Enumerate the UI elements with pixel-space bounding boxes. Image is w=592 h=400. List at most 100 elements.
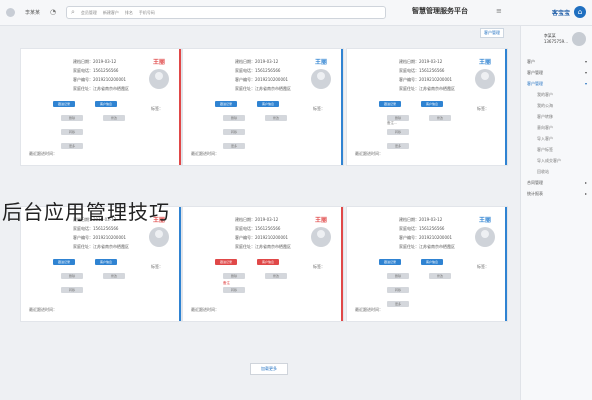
card-action-button[interactable]: 删除: [387, 273, 409, 279]
card-action-button[interactable]: 跟进记录: [53, 101, 75, 107]
topbar-left: 李某某 ◔ ⚙: [6, 8, 72, 17]
card-action-button[interactable]: 客户信息: [257, 259, 279, 265]
card-stripe: [341, 49, 343, 165]
card-action-button[interactable]: 更多: [61, 143, 83, 149]
card-action-button[interactable]: 修改: [265, 115, 287, 121]
card-info-line: 建档日期：2019-03-12: [73, 59, 117, 64]
customer-card[interactable]: 王丽 建档日期：2019-03-12 家庭电话：1561256566 客户编号：201…: [20, 48, 182, 166]
card-action-button[interactable]: 更多: [387, 301, 409, 307]
card-action-button[interactable]: 跟进记录: [215, 101, 237, 107]
sidebar-item[interactable]: 我的客户: [525, 89, 589, 100]
bell-icon[interactable]: ◔: [50, 8, 56, 17]
card-action-button[interactable]: 修改: [103, 115, 125, 121]
customer-card[interactable]: 王丽 建档日期：2019-03-12 家庭电话：1561256566 客户编号：201…: [182, 206, 344, 322]
card-action-button[interactable]: 删除: [223, 273, 245, 279]
card-stripe: [341, 207, 343, 321]
card-action-row: 删除 修改: [61, 273, 125, 279]
card-action-button[interactable]: 转移: [387, 129, 409, 135]
chevron-icon: ▸: [584, 191, 587, 196]
card-action-row: 更多: [387, 143, 409, 149]
customer-card[interactable]: 王丽 建档日期：2019-03-12 家庭电话：1561256566 客户编号：201…: [182, 48, 344, 166]
search-bar[interactable]: ⌕ 会员管理 新建客户 排名 手机号码: [66, 6, 386, 19]
card-action-button[interactable]: 转移: [223, 287, 245, 293]
sidebar-item-label: 我的客户: [537, 92, 553, 97]
card-action-button[interactable]: 删除: [61, 115, 83, 121]
sidebar-item-label: 统计报表: [527, 191, 543, 196]
topbar-title-area: 智慧管理服务平台 ≡: [412, 6, 502, 16]
card-info-line: 客户编号：2019210200001: [399, 77, 453, 82]
card-action-button[interactable]: 转移: [61, 287, 83, 293]
sidebar-item[interactable]: 客户转移: [525, 111, 589, 122]
tab-customers[interactable]: 客户管理: [480, 28, 504, 38]
customer-card[interactable]: 王丽 建档日期：2019-03-12 家庭电话：1561256566 客户编号：201…: [346, 48, 508, 166]
card-info-line: 家庭电话：1561256566: [73, 68, 119, 73]
sidebar-item[interactable]: 客户管理 ▾: [525, 67, 589, 78]
card-info-line: 家庭电话：1561256566: [399, 68, 445, 73]
card-action-button[interactable]: 修改: [265, 273, 287, 279]
card-action-button[interactable]: 修改: [103, 273, 125, 279]
search-chip[interactable]: 新建客户: [103, 10, 119, 16]
card-action-button[interactable]: 转移: [387, 287, 409, 293]
customer-card[interactable]: 王丽 建档日期：2019-03-12 家庭电话：1561256566 客户编号：201…: [346, 206, 508, 322]
card-info-line: 家庭住址：江苏省南京市栖霞区: [73, 244, 129, 249]
card-note: 备注: [223, 281, 230, 285]
profile-avatar[interactable]: [572, 32, 586, 46]
card-info-line: 客户编号：2019210200001: [399, 235, 453, 240]
card-info-line: 家庭住址：江苏省南京市栖霞区: [399, 244, 455, 249]
load-more-button[interactable]: 加载更多: [250, 363, 288, 375]
card-tag-label: 标签：: [313, 106, 325, 111]
card-action-row: 跟进记录 客户信息: [215, 101, 279, 107]
card-action-button[interactable]: 跟进记录: [53, 259, 75, 265]
sidebar-item[interactable]: 意向客户: [525, 122, 589, 133]
sidebar-item-label: 客户管理: [527, 70, 543, 75]
sidebar-item[interactable]: 统计报表 ▸: [525, 188, 589, 199]
card-info-line: 家庭住址：江苏省南京市栖霞区: [235, 244, 291, 249]
card-action-button[interactable]: 客户信息: [421, 101, 443, 107]
card-action-button[interactable]: 删除: [61, 273, 83, 279]
card-action-button[interactable]: 客户信息: [257, 101, 279, 107]
sidebar-item[interactable]: 客户管理 ▾: [525, 78, 589, 89]
card-action-button[interactable]: 更多: [223, 143, 245, 149]
menu-icon[interactable]: ≡: [496, 7, 502, 16]
card-info-line: 建档日期：2019-03-12: [235, 217, 279, 222]
card-info-line: 客户编号：2019210200001: [235, 235, 289, 240]
sidebar-profile[interactable]: 李某某 13675759...: [544, 32, 586, 46]
sidebar-item[interactable]: 导入客户: [525, 133, 589, 144]
card-action-button[interactable]: 删除: [223, 115, 245, 121]
top-bar: 李某某 ◔ ⚙ ⌕ 会员管理 新建客户 排名 手机号码 智慧管理服务平台 ≡ 客…: [0, 0, 592, 26]
sidebar-item-label: 客户管理: [527, 81, 543, 86]
search-chip[interactable]: 会员管理: [81, 10, 97, 16]
search-icon[interactable]: ⌕: [71, 8, 75, 17]
sidebar-menu: 客户 ▾ 客户管理 ▾ 客户管理 ▾ 我的客户 我的公海 客户转移 意向客户 导入客户 客户标签 导入成…: [525, 56, 589, 199]
card-action-button[interactable]: 跟进记录: [215, 259, 237, 265]
user-avatar[interactable]: [6, 8, 15, 17]
card-action-button[interactable]: 客户信息: [95, 259, 117, 265]
card-tag-label: 标签：: [477, 106, 489, 111]
sidebar-item[interactable]: 我的公海: [525, 100, 589, 111]
sidebar-item[interactable]: 客户标签: [525, 144, 589, 155]
card-action-button[interactable]: 转移: [61, 129, 83, 135]
card-action-button[interactable]: 转移: [223, 129, 245, 135]
card-name: 王丽: [314, 59, 327, 66]
card-action-button[interactable]: 跟进记录: [379, 259, 401, 265]
search-chip[interactable]: 手机号码: [139, 10, 155, 16]
profile-text: 李某某 13675759...: [544, 33, 568, 45]
topbar-username[interactable]: 李某某: [25, 9, 40, 16]
card-action-button[interactable]: 修改: [429, 273, 451, 279]
sidebar-item[interactable]: 回收站: [525, 166, 589, 177]
card-name: 王丽: [478, 217, 491, 224]
sidebar-item[interactable]: 客户 ▾: [525, 56, 589, 67]
card-last-followup: 最近跟进时间：: [29, 151, 57, 156]
card-action-button[interactable]: 客户信息: [421, 259, 443, 265]
sidebar-item[interactable]: 导入成交客户: [525, 155, 589, 166]
card-info: 建档日期：2019-03-12 家庭电话：1561256566 客户编号：20192…: [73, 57, 145, 93]
card-action-button[interactable]: 修改: [429, 115, 451, 121]
search-chip[interactable]: 排名: [125, 10, 133, 16]
sidebar-item[interactable]: 合同管理 ▸: [525, 177, 589, 188]
card-info: 建档日期：2019-03-12 家庭电话：1561256566 客户编号：20192…: [399, 215, 471, 251]
card-action-button[interactable]: 更多: [387, 143, 409, 149]
card-info-line: 家庭电话：1561256566: [399, 226, 445, 231]
card-action-row: 转移: [223, 129, 245, 135]
card-action-button[interactable]: 跟进记录: [379, 101, 401, 107]
card-action-button[interactable]: 客户信息: [95, 101, 117, 107]
